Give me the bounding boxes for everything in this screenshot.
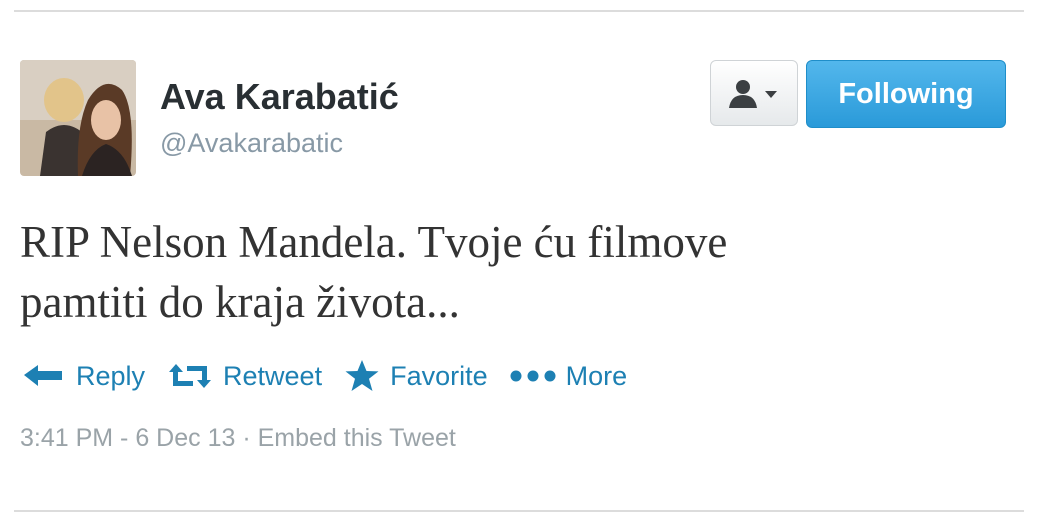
retweet-button[interactable]: Retweet	[167, 361, 322, 392]
person-icon	[729, 80, 777, 108]
tweet-meta: 3:41 PM - 6 Dec 13 · Embed this Tweet	[20, 424, 456, 453]
more-label: More	[565, 360, 628, 391]
bottom-divider	[14, 510, 1024, 512]
more-dots-icon	[510, 369, 556, 383]
reply-label: Reply	[76, 360, 146, 391]
tweet-actions: Reply Retweet Favorite More	[22, 354, 649, 398]
tweet-line: pamtiti do kraja života...	[20, 277, 460, 327]
tweet-card: Ava Karabatić @Avakarabatic Following RI…	[0, 0, 1046, 529]
retweet-label: Retweet	[223, 360, 323, 391]
chevron-down-icon	[765, 91, 777, 98]
top-divider	[14, 10, 1024, 12]
meta-separator: ·	[235, 424, 258, 452]
avatar[interactable]	[20, 60, 136, 176]
tweet-text: RIP Nelson Mandela. Tvoje ću filmove pam…	[20, 212, 1000, 332]
more-button[interactable]: More	[510, 360, 628, 392]
following-button[interactable]: Following	[806, 60, 1006, 128]
user-handle[interactable]: @Avakarabatic	[160, 128, 343, 159]
tweet-line: RIP Nelson Mandela. Tvoje ću filmove	[20, 217, 728, 267]
user-actions-dropdown-button[interactable]	[710, 60, 798, 126]
reply-arrow-icon	[22, 363, 66, 389]
star-icon	[344, 359, 380, 393]
timestamp-link[interactable]: 3:41 PM - 6 Dec 13	[20, 424, 235, 452]
retweet-icon	[167, 362, 213, 390]
favorite-button[interactable]: Favorite	[344, 359, 488, 393]
reply-button[interactable]: Reply	[22, 361, 145, 392]
favorite-label: Favorite	[390, 360, 488, 391]
display-name[interactable]: Ava Karabatić	[160, 76, 399, 118]
embed-tweet-link[interactable]: Embed this Tweet	[258, 424, 456, 452]
